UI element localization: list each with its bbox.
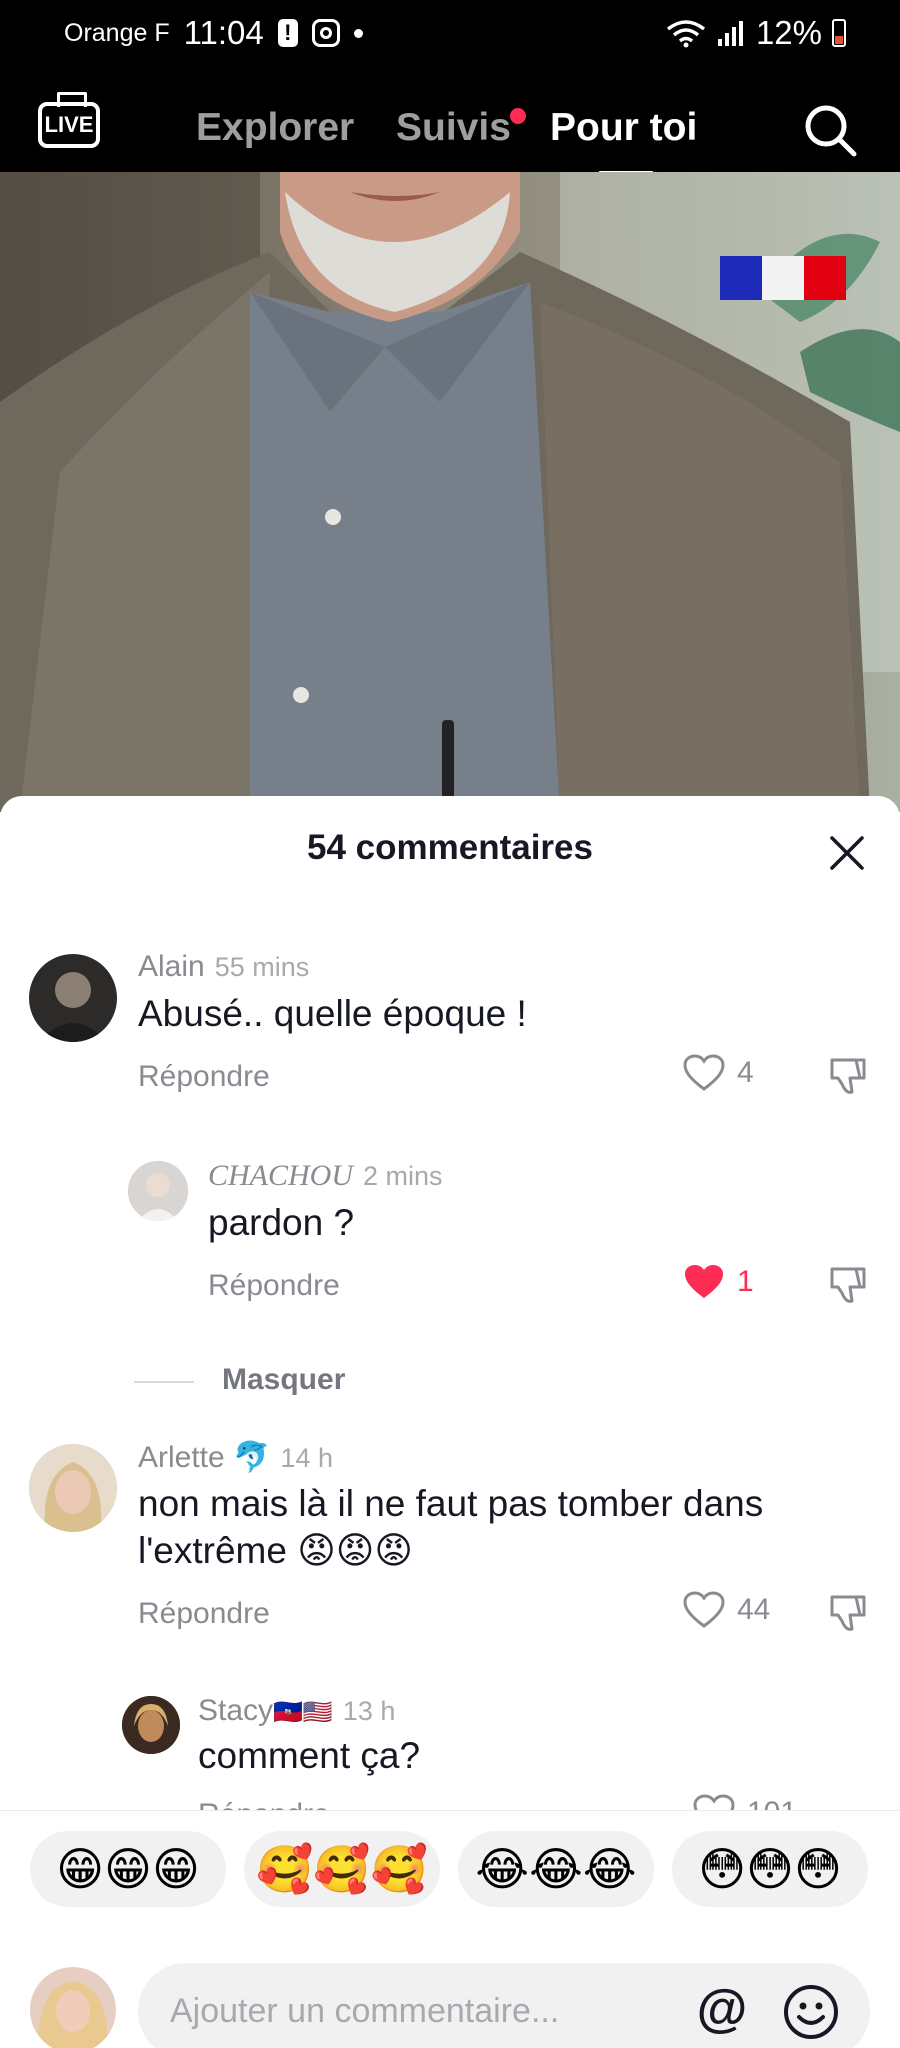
avatar[interactable]: [29, 954, 117, 1042]
status-bar: Orange F 11:04 12%: [0, 0, 900, 72]
comment-input-row: @: [0, 1951, 900, 2048]
reply-button[interactable]: Répondre: [208, 1269, 340, 1303]
video-player[interactable]: [0, 172, 900, 812]
quick-emoji-grin[interactable]: 😁😁😁: [30, 1831, 226, 1907]
quick-emoji-flushed[interactable]: 😳😳😳: [672, 1831, 868, 1907]
heart-filled-icon: [685, 1265, 723, 1298]
user-emoji: 🇭🇹🇺🇸: [273, 1698, 333, 1726]
hide-replies-button[interactable]: Masquer: [134, 1361, 494, 1401]
user-emoji: 🐬: [233, 1440, 271, 1475]
status-time: 11:04: [183, 14, 264, 51]
comment-composer-area: 😁😁😁 🥰🥰🥰 😂😂😂 😳😳😳 @: [0, 1810, 900, 2048]
notification-dot-icon: [353, 28, 363, 38]
comment-text: comment ça?: [198, 1735, 421, 1776]
comment-input-box: @: [138, 1963, 870, 2048]
signal-icon: [717, 21, 743, 46]
comment-time: 14 h: [280, 1443, 333, 1473]
dislike-icon[interactable]: [826, 1054, 870, 1098]
avatar[interactable]: [29, 1444, 117, 1532]
tab-explorer[interactable]: Explorer: [196, 106, 354, 150]
live-label: LIVE: [44, 112, 94, 137]
comment-text: Abusé.. quelle époque !: [138, 993, 527, 1034]
like-button[interactable]: 4: [683, 1054, 754, 1092]
battery-percent: 12%: [755, 14, 822, 51]
avatar[interactable]: [122, 1696, 180, 1754]
comment-time: 2 mins: [363, 1161, 443, 1191]
top-navigation: LIVE Explorer Suivis Pour toi: [0, 72, 900, 176]
comment-time: 13 h: [342, 1696, 396, 1726]
comment-username[interactable]: Alain: [138, 950, 205, 983]
emoji-picker-icon[interactable]: [782, 1983, 840, 2041]
alert-icon: [277, 19, 298, 47]
like-count: 44: [737, 1593, 771, 1626]
search-icon[interactable]: [802, 102, 858, 158]
comment-username[interactable]: Arlette: [138, 1441, 225, 1474]
reply-button[interactable]: Répondre: [138, 1597, 270, 1631]
comment-time: 55 mins: [214, 952, 310, 982]
like-button[interactable]: 1: [683, 1263, 754, 1301]
reply-button[interactable]: Répondre: [138, 1060, 270, 1094]
quick-emoji-hearts[interactable]: 🥰🥰🥰: [244, 1831, 440, 1907]
dislike-icon[interactable]: [826, 1263, 870, 1307]
comment-username[interactable]: CHACHOU: [208, 1159, 353, 1192]
like-count: 1: [737, 1265, 754, 1298]
avatar[interactable]: [128, 1161, 188, 1221]
live-button[interactable]: LIVE: [38, 102, 100, 148]
wifi-icon: [666, 20, 706, 48]
new-content-dot: [510, 108, 526, 124]
heart-icon: [683, 1054, 725, 1091]
instagram-icon: [311, 19, 340, 47]
mention-button[interactable]: @: [694, 1983, 750, 2039]
comment-text: non mais là il ne faut pas tomber dans l…: [138, 1483, 764, 1571]
like-button[interactable]: 44: [683, 1591, 770, 1629]
heart-icon: [683, 1591, 725, 1628]
hide-replies-label: Masquer: [222, 1363, 346, 1396]
quick-emoji-laugh[interactable]: 😂😂😂: [458, 1831, 654, 1907]
comment-emojis: 😡😡😡: [297, 1529, 413, 1572]
french-flag-logo: [720, 256, 846, 300]
battery-icon: [832, 19, 846, 47]
carrier-name: Orange F: [64, 18, 170, 47]
close-icon[interactable]: [824, 830, 870, 876]
tab-suivis[interactable]: Suivis: [396, 106, 511, 150]
like-count: 4: [737, 1056, 754, 1089]
my-avatar: [30, 1967, 116, 2048]
tab-pour-toi[interactable]: Pour toi: [550, 106, 697, 150]
dislike-icon[interactable]: [826, 1591, 870, 1635]
comment-text: pardon ?: [208, 1202, 355, 1243]
comment-username[interactable]: Stacy: [198, 1694, 273, 1727]
divider: [134, 1381, 194, 1383]
comments-count-title: 54 commentaires: [307, 828, 593, 867]
comment-input[interactable]: [170, 1963, 690, 2048]
